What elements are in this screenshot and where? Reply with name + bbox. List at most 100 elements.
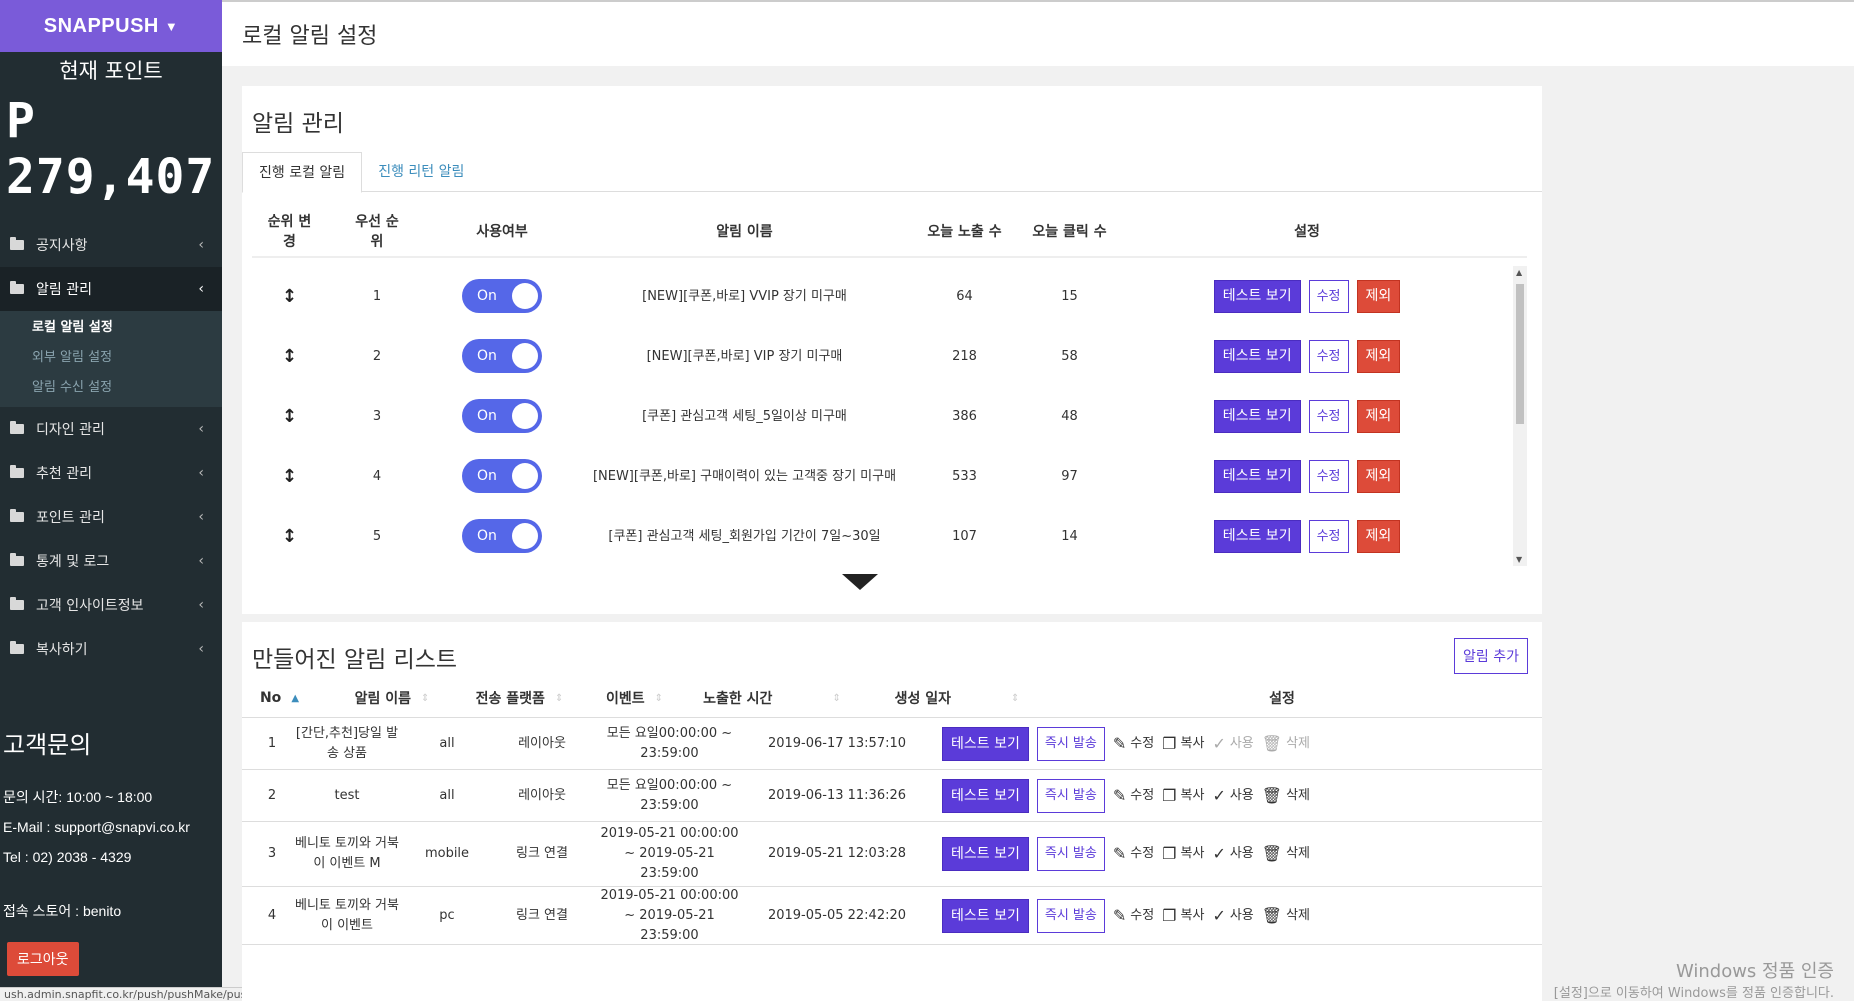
sidebar-item-alarm[interactable]: 알림 관리 ‹ [0, 267, 222, 311]
delete-label: 삭제 [1286, 846, 1310, 861]
edit-button[interactable]: 수정 [1308, 399, 1349, 433]
test-view-button[interactable]: 테스트 보기 [942, 837, 1029, 871]
col-time[interactable]: 노출한 시간 ⇕ [692, 678, 852, 718]
edit-action[interactable]: ✎ 수정 [1113, 786, 1154, 806]
delete-action[interactable]: 🗑 삭제 [1262, 906, 1310, 926]
sidebar-item-stats[interactable]: 통계 및 로그 ‹ [0, 539, 222, 583]
row-platform: all [439, 735, 455, 751]
use-label: 사용 [1229, 846, 1254, 861]
edit-button[interactable]: 수정 [1308, 339, 1349, 373]
send-now-button[interactable]: 즉시 발송 [1036, 726, 1105, 761]
alarm-tabs: 진행 로컬 알림 진행 리턴 알림 [242, 152, 1542, 193]
exclude-button[interactable]: 제외 [1356, 399, 1401, 433]
reorder-handle[interactable]: ↕ [267, 506, 312, 566]
edit-button[interactable]: 수정 [1308, 519, 1349, 553]
row-platform: mobile [424, 846, 470, 861]
copy-action[interactable]: ❐ 복사 [1162, 906, 1204, 926]
reorder-handle[interactable]: ↕ [267, 326, 312, 386]
tab-return-alarm[interactable]: 진행 리턴 알림 [362, 152, 480, 191]
sidebar-item-design[interactable]: 디자인 관리 ‹ [0, 407, 222, 451]
send-now-button[interactable]: 즉시 발송 [1036, 898, 1105, 933]
edit-action[interactable]: ✎ 수정 [1113, 906, 1154, 926]
submenu-external-alarm[interactable]: 외부 알림 설정 [0, 343, 222, 373]
delete-action[interactable]: 🗑 삭제 [1262, 786, 1310, 806]
sidebar-item-notice[interactable]: 공지사항 ‹ [0, 223, 222, 267]
edit-icon: ✎ [1112, 905, 1127, 925]
folder-icon [10, 553, 24, 566]
scroll-up-icon[interactable]: ▲ [1516, 268, 1522, 277]
row-settings: 테스트 보기 수정 제외 [1202, 386, 1412, 446]
use-toggle[interactable]: On [462, 279, 542, 313]
test-view-button[interactable]: 테스트 보기 [1213, 399, 1301, 433]
test-view-button[interactable]: 테스트 보기 [1213, 519, 1301, 553]
copy-action[interactable]: ❐ 복사 [1162, 734, 1204, 754]
reorder-handle[interactable]: ↕ [267, 266, 312, 326]
chevron-left-icon: ‹ [198, 509, 204, 525]
use-toggle[interactable]: On [462, 519, 542, 553]
col-platform[interactable]: 전송 플랫폼 ⇕ [462, 678, 577, 718]
sidebar-item-points[interactable]: 포인트 관리 ‹ [0, 495, 222, 539]
tab-local-alarm[interactable]: 진행 로컬 알림 [242, 152, 363, 193]
test-view-button[interactable]: 테스트 보기 [942, 898, 1029, 933]
exclude-button[interactable]: 제외 [1356, 519, 1401, 553]
use-action[interactable]: ✓ 사용 [1212, 844, 1253, 864]
row-name: test [334, 787, 360, 803]
col-created[interactable]: 생성 일자 ⇕ [882, 678, 1032, 718]
logout-button[interactable]: 로그아웃 [7, 942, 79, 976]
edit-label: 수정 [1130, 787, 1155, 803]
add-alarm-button[interactable]: 알림 추가 [1454, 638, 1528, 674]
edit-action[interactable]: ✎ 수정 [1113, 844, 1154, 864]
edit-action[interactable]: ✎ 수정 [1113, 734, 1154, 754]
exclude-button[interactable]: 제외 [1356, 459, 1401, 493]
col-no[interactable]: No ▲ [252, 678, 307, 718]
exclude-button[interactable]: 제외 [1356, 339, 1401, 373]
test-view-button[interactable]: 테스트 보기 [1213, 279, 1301, 313]
use-toggle[interactable]: On [462, 339, 542, 373]
delete-action[interactable]: 🗑 삭제 [1262, 844, 1310, 864]
copy-action[interactable]: ❐ 복사 [1162, 786, 1204, 806]
test-view-button[interactable]: 테스트 보기 [1213, 339, 1301, 373]
table-row: 2 test all 레이아웃 모든 요일00:00:00 ~ 23:59:00… [242, 770, 1542, 822]
submenu-receive-alarm[interactable]: 알림 수신 설정 [0, 373, 222, 403]
edit-button[interactable]: 수정 [1308, 459, 1349, 493]
row-settings: 테스트 보기 수정 제외 [1202, 326, 1412, 386]
alarm-submenu: 로컬 알림 설정 외부 알림 설정 알림 수신 설정 [0, 311, 222, 407]
col-event[interactable]: 이벤트 ⇕ [577, 678, 692, 718]
brand-menu[interactable]: SNAPPUSH ▼ [0, 0, 222, 52]
alarm-list-panel: 만들어진 알림 리스트 알림 추가 No ▲ 알림 이름 ⇕ 전송 플랫폼 ⇕ 이벤트… [242, 622, 1542, 1001]
copy-icon: ❐ [1162, 785, 1177, 805]
test-view-button[interactable]: 테스트 보기 [942, 778, 1029, 813]
scrollbar-thumb[interactable] [1516, 284, 1524, 424]
use-action[interactable]: ✓ 사용 [1212, 906, 1253, 926]
col-name[interactable]: 알림 이름 ⇕ [322, 678, 462, 718]
row-name: [간단,추천]당일 발송 상품 [295, 725, 399, 761]
row-platform: pc [439, 907, 455, 923]
copy-label: 복사 [1180, 846, 1205, 861]
scroll-down-icon[interactable]: ▼ [1516, 555, 1522, 564]
use-toggle[interactable]: On [462, 459, 542, 493]
sidebar-item-recommend[interactable]: 추천 관리 ‹ [0, 451, 222, 495]
sort-icon: ⇕ [421, 692, 430, 704]
use-toggle[interactable]: On [462, 399, 542, 433]
sidebar-item-copy[interactable]: 복사하기 ‹ [0, 627, 222, 671]
send-now-button[interactable]: 즉시 발송 [1036, 837, 1105, 871]
use-action: ✓ 사용 [1212, 734, 1253, 754]
test-view-button[interactable]: 테스트 보기 [942, 726, 1029, 761]
table-scrollbar[interactable]: ▲ ▼ [1513, 266, 1527, 566]
check-circle-icon: ✓ [1212, 733, 1226, 753]
submenu-local-alarm[interactable]: 로컬 알림 설정 [0, 313, 222, 343]
copy-action[interactable]: ❐ 복사 [1162, 844, 1204, 864]
test-view-button[interactable]: 테스트 보기 [1213, 459, 1301, 493]
sort-icon: ⇕ [832, 692, 841, 704]
edit-button[interactable]: 수정 [1308, 279, 1349, 313]
reorder-handle[interactable]: ↕ [267, 386, 312, 446]
check-circle-icon: ✓ [1212, 905, 1226, 925]
use-action[interactable]: ✓ 사용 [1212, 786, 1253, 806]
sidebar-item-insight[interactable]: 고객 인사이트정보 ‹ [0, 583, 222, 627]
send-now-button[interactable]: 즉시 발송 [1036, 778, 1105, 813]
exclude-button[interactable]: 제외 [1356, 279, 1401, 313]
expand-down-icon[interactable] [842, 574, 878, 590]
reorder-handle[interactable]: ↕ [267, 446, 312, 506]
page-title: 로컬 알림 설정 [222, 2, 1854, 66]
row-no: 3 [267, 846, 277, 861]
